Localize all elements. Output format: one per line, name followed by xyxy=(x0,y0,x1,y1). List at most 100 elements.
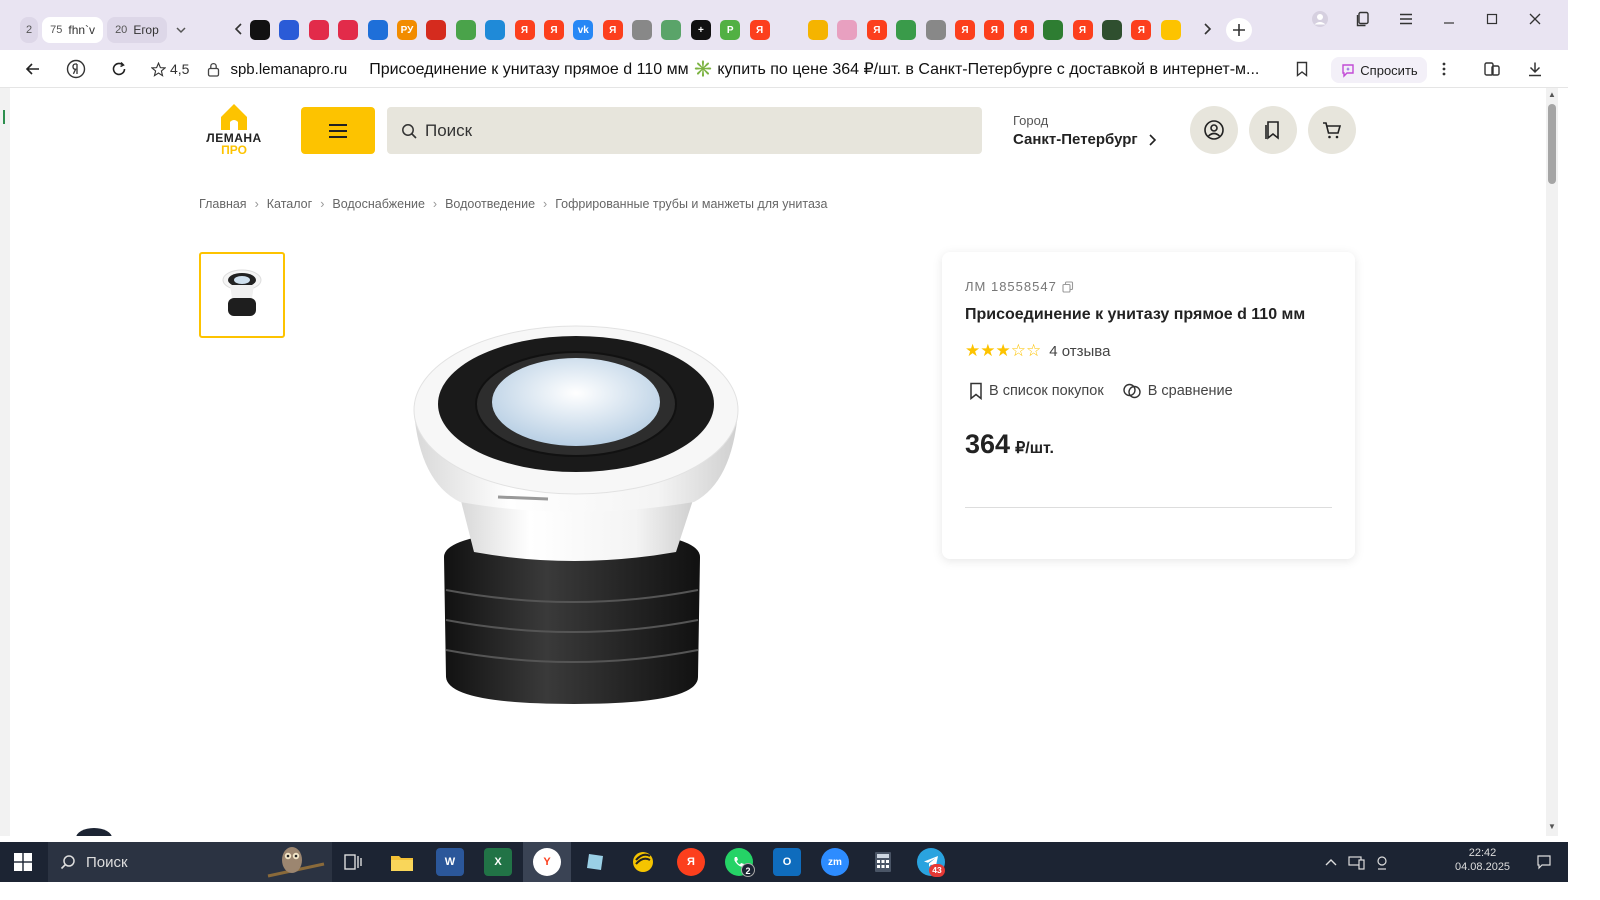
page-scrollbar[interactable]: ▲ ▼ xyxy=(1546,88,1558,836)
add-to-compare-button[interactable]: В сравнение xyxy=(1122,382,1233,400)
outlook-taskbar-icon[interactable]: O xyxy=(773,848,801,876)
scroll-thumb[interactable] xyxy=(1548,104,1556,184)
start-button[interactable] xyxy=(0,842,46,882)
tab-group-1[interactable]: 2 xyxy=(20,17,39,43)
tab-group-3[interactable]: 20 Егор xyxy=(107,17,167,43)
product-main-image[interactable] xyxy=(380,252,800,722)
panda-icon[interactable] xyxy=(250,20,270,40)
beeline-taskbar-icon[interactable] xyxy=(629,848,657,876)
account-button[interactable] xyxy=(1190,106,1238,154)
mountain-icon[interactable] xyxy=(808,20,828,40)
taskbar-search[interactable]: Поиск xyxy=(48,842,332,882)
catalog-menu-button[interactable] xyxy=(301,107,375,154)
ru-icon[interactable]: РУ xyxy=(396,20,417,40)
virus-icon[interactable] xyxy=(1101,20,1122,40)
word-taskbar-icon[interactable]: W xyxy=(436,848,464,876)
whatsapp-taskbar-icon[interactable]: 2 xyxy=(725,848,755,877)
search-icon xyxy=(60,855,75,870)
yandex-icon[interactable]: Я xyxy=(954,20,975,40)
back-button[interactable] xyxy=(19,56,47,82)
maximize-button[interactable] xyxy=(1477,8,1507,30)
minimize-button[interactable] xyxy=(1434,8,1464,30)
ozon-icon[interactable] xyxy=(279,20,300,40)
downloads-button[interactable] xyxy=(1521,56,1549,82)
ring-icon[interactable] xyxy=(338,20,359,40)
yandex-icon[interactable]: Я xyxy=(602,20,623,40)
product-thumbnail[interactable] xyxy=(199,252,285,338)
calculator-taskbar-icon[interactable] xyxy=(869,848,897,876)
close-button[interactable] xyxy=(1520,8,1550,30)
flag-icon[interactable] xyxy=(426,20,447,40)
yandex-icon[interactable]: Я xyxy=(984,20,1005,40)
product-rating[interactable]: ★★★☆☆ 4 отзыва xyxy=(965,341,1110,361)
bookmark-icon[interactable] xyxy=(1295,61,1309,77)
profile-button[interactable] xyxy=(1305,8,1335,30)
compare-icon xyxy=(1122,383,1141,399)
breadcrumb-link[interactable]: Водоснабжение xyxy=(332,197,425,211)
plus-black-icon[interactable]: + xyxy=(690,20,711,40)
yandex-icon[interactable]: Я xyxy=(749,20,770,40)
yandex-icon[interactable]: Я xyxy=(514,20,535,40)
document-icon[interactable] xyxy=(632,20,653,40)
yandex-taskbar-icon[interactable]: Я xyxy=(677,848,705,876)
cube-icon[interactable] xyxy=(485,20,506,40)
tab-list-dropdown[interactable] xyxy=(171,17,191,43)
zoom-taskbar-icon[interactable]: zm xyxy=(821,848,849,876)
crown-icon[interactable] xyxy=(837,20,858,40)
green-circle-icon[interactable] xyxy=(661,20,682,40)
yandex-icon[interactable]: Я xyxy=(1131,20,1152,40)
chevron-up-icon[interactable] xyxy=(1324,857,1338,867)
ask-alice-button[interactable]: Спросить xyxy=(1331,57,1427,83)
breadcrumb-separator: › xyxy=(543,197,548,211)
browser-menu-button[interactable] xyxy=(1391,8,1421,30)
cart-button[interactable] xyxy=(1308,106,1356,154)
url-field[interactable]: 4,5 spb.lemanapro.ru Присоединение к уни… xyxy=(143,54,1319,84)
collections-button[interactable] xyxy=(1348,8,1378,30)
copy-icon[interactable] xyxy=(1062,280,1074,293)
clock-time: 22:42 xyxy=(1468,847,1497,859)
reload-button[interactable] xyxy=(105,56,133,82)
tab-group-2[interactable]: 75 fhn`v xyxy=(42,17,104,43)
yandex-icon[interactable]: Я xyxy=(543,20,564,40)
scroll-up-arrow[interactable]: ▲ xyxy=(1548,91,1556,99)
shopping-lists-button[interactable] xyxy=(1249,106,1297,154)
reviews-link[interactable]: 4 отзыва xyxy=(1049,343,1110,360)
breadcrumb-link[interactable]: Главная xyxy=(199,197,247,211)
lemana-pro-logo[interactable]: ЛЕМАНА ПРО xyxy=(199,103,269,157)
lemana-icon[interactable] xyxy=(1160,20,1181,40)
city-selector[interactable]: Город Санкт-Петербург xyxy=(1013,113,1157,148)
explorer-taskbar-icon[interactable] xyxy=(388,848,416,876)
puzzle-icon[interactable] xyxy=(455,20,476,40)
more-button[interactable] xyxy=(1430,56,1458,82)
yandex-browser-taskbar-icon[interactable]: Y xyxy=(533,848,561,876)
yandex-icon[interactable]: Я xyxy=(1013,20,1034,40)
document-icon[interactable] xyxy=(925,20,946,40)
webcam-icon[interactable] xyxy=(1374,854,1390,870)
site-search-input[interactable]: Поиск xyxy=(387,107,982,154)
breadcrumb-link[interactable]: Водоотведение xyxy=(445,197,535,211)
excel-taskbar-icon[interactable]: X xyxy=(484,848,512,876)
extensions-button[interactable] xyxy=(1478,56,1506,82)
notifications-button[interactable] xyxy=(1530,848,1558,876)
star-filled-icon: ★ xyxy=(995,341,1011,360)
yandex-home-button[interactable] xyxy=(62,56,90,82)
devices-icon[interactable] xyxy=(1348,854,1366,870)
yandex-icon[interactable]: Я xyxy=(1072,20,1093,40)
breadcrumb-link[interactable]: Каталог xyxy=(267,197,312,211)
scroll-down-arrow[interactable]: ▼ xyxy=(1548,823,1556,831)
ring-icon[interactable] xyxy=(308,20,329,40)
new-tab-button[interactable] xyxy=(1226,18,1252,42)
house-green-icon[interactable] xyxy=(896,20,917,40)
task-view-button[interactable] xyxy=(339,848,367,876)
breadcrumb-link[interactable]: Гофрированные трубы и манжеты для унитаз… xyxy=(555,197,827,211)
green-p-icon[interactable]: P xyxy=(720,20,741,40)
vk-icon[interactable]: vk xyxy=(573,20,594,40)
yandex-icon[interactable]: Я xyxy=(866,20,887,40)
tree-icon[interactable] xyxy=(1043,20,1064,40)
tabs-scroll-right[interactable] xyxy=(1192,18,1222,40)
notes-taskbar-icon[interactable] xyxy=(581,848,609,876)
taskbar-clock[interactable]: 22:42 04.08.2025 xyxy=(1455,846,1510,874)
telegram-taskbar-icon[interactable]: 43 xyxy=(917,848,945,877)
shield-icon[interactable] xyxy=(367,20,388,40)
add-to-list-button[interactable]: В список покупок xyxy=(969,382,1104,400)
